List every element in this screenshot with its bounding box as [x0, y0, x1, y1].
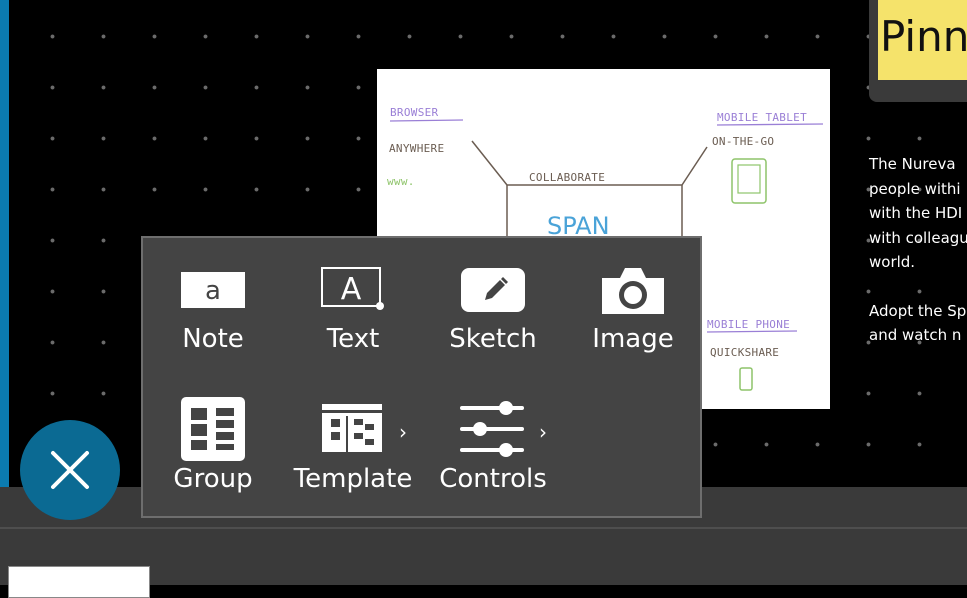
side-text-line: people withi [869, 179, 961, 198]
close-icon [51, 451, 89, 489]
bottom-bar-divider [0, 527, 967, 529]
pencil-icon [461, 268, 525, 312]
sketch-phone-icon [739, 367, 753, 391]
side-text-line: and watch n [869, 326, 962, 344]
add-image-button[interactable]: Image [563, 238, 703, 358]
group-grid-icon [181, 397, 245, 461]
add-sketch-button[interactable]: Sketch [423, 238, 563, 358]
side-text-block: The Nureva people withi with the HDI wit… [869, 152, 967, 348]
sketch-anywhere-label: ANYWHERE [389, 142, 444, 155]
sketch-tablet-icon [731, 158, 767, 204]
sketch-www-label: www. [387, 175, 415, 188]
camera-icon [602, 268, 664, 314]
pinned-note-frame[interactable]: Pinn [869, 0, 967, 102]
sketch-tablet-screen [737, 164, 761, 194]
add-controls-button[interactable]: › Controls [423, 378, 563, 498]
side-text-line: world. [869, 253, 916, 271]
close-menu-button[interactable] [20, 420, 120, 520]
add-template-label: Template [293, 464, 413, 494]
sketch-collaborate-label: COLLABORATE [529, 171, 605, 184]
pinned-note-title: Pinn [880, 12, 967, 61]
sketch-mobile-tablet-label: MOBILE TABLET [717, 111, 807, 124]
sketch-mobile-phone-label: MOBILE PHONE [707, 318, 790, 331]
text-glyph: A [341, 272, 362, 307]
add-note-label: Note [182, 324, 244, 354]
side-text-line: Adopt the Sp [869, 301, 967, 320]
sketch-underline [389, 119, 464, 122]
template-icon [322, 404, 382, 452]
note-icon: a [181, 272, 245, 308]
add-controls-label: Controls [439, 464, 547, 494]
add-group-button[interactable]: Group [143, 378, 283, 498]
add-image-label: Image [592, 324, 674, 354]
add-group-label: Group [173, 464, 253, 494]
side-text-line: with the HDI [869, 204, 963, 222]
controls-chevron-right-icon: › [539, 420, 547, 444]
side-text-line: with colleagu [869, 228, 967, 247]
add-note-button[interactable]: a Note [143, 238, 283, 358]
sketch-underline [706, 330, 798, 333]
add-text-button[interactable]: A Text [283, 238, 423, 358]
text-box-icon: A [321, 267, 384, 310]
sketch-on-the-go-label: ON-THE-GO [712, 135, 774, 148]
sketch-quickshare-label: QUICKSHARE [710, 346, 779, 359]
sketch-browser-label: BROWSER [390, 106, 439, 119]
add-content-menu: a Note A Text Sketch Image Group › Templ… [141, 236, 702, 518]
pinned-note[interactable]: Pinn [878, 0, 967, 80]
sliders-icon [460, 401, 524, 457]
side-text-line: The Nureva [869, 155, 956, 173]
left-edge-strip [0, 0, 9, 487]
note-glyph: a [205, 276, 221, 306]
bottom-tab[interactable] [8, 566, 150, 598]
add-sketch-label: Sketch [449, 324, 537, 354]
template-chevron-right-icon: › [399, 420, 407, 444]
add-template-button[interactable]: › Template [283, 378, 423, 498]
add-text-label: Text [326, 324, 380, 354]
sketch-underline [716, 123, 824, 126]
